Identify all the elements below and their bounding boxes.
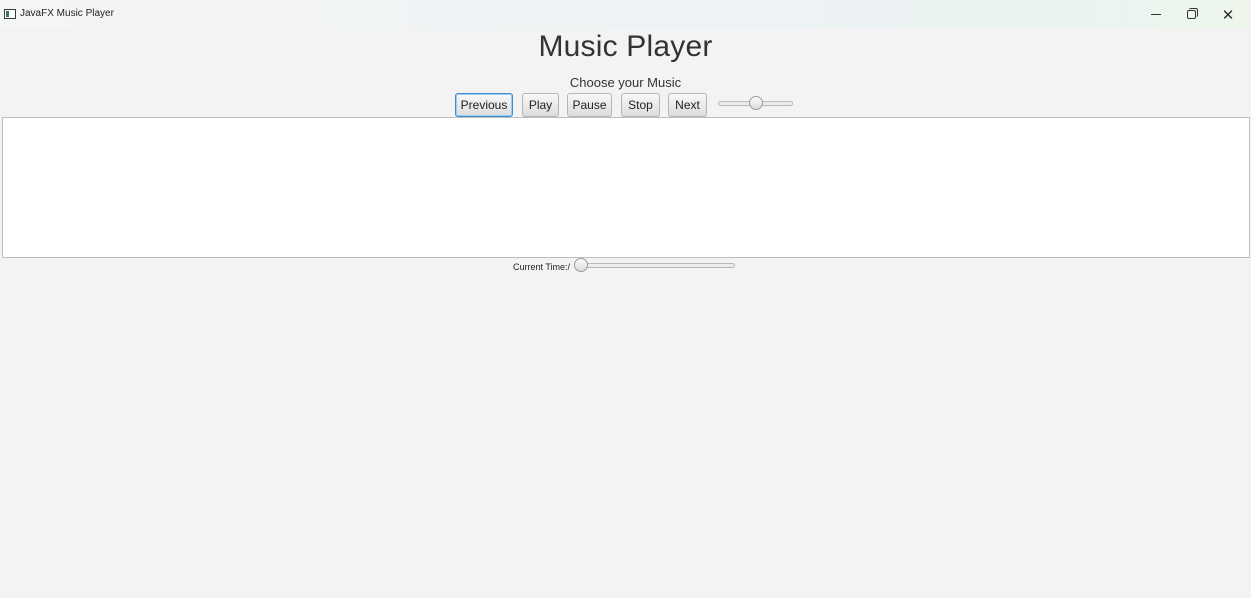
previous-button[interactable]: Previous bbox=[455, 93, 513, 117]
next-button[interactable]: Next bbox=[668, 93, 707, 117]
close-button[interactable]: ✕ bbox=[1205, 0, 1251, 29]
minimize-icon bbox=[1151, 14, 1161, 15]
music-list[interactable] bbox=[2, 117, 1250, 258]
play-button[interactable]: Play bbox=[522, 93, 559, 117]
time-slider-thumb[interactable] bbox=[574, 258, 588, 272]
stop-button[interactable]: Stop bbox=[621, 93, 660, 117]
pause-button[interactable]: Pause bbox=[567, 93, 612, 117]
volume-slider-thumb[interactable] bbox=[749, 96, 763, 110]
time-slider[interactable] bbox=[574, 258, 735, 275]
restore-icon bbox=[1186, 8, 1198, 19]
page-subtitle: Choose your Music bbox=[569, 75, 682, 90]
time-slider-track[interactable] bbox=[574, 263, 735, 268]
close-icon: ✕ bbox=[1221, 6, 1235, 24]
window-title: JavaFX Music Player bbox=[20, 8, 114, 19]
current-time-label: Current Time:/ bbox=[513, 262, 571, 272]
app-icon bbox=[4, 9, 16, 19]
volume-slider[interactable] bbox=[718, 96, 793, 112]
page-title: Music Player bbox=[538, 30, 713, 63]
window-titlebar[interactable]: JavaFX Music Player ✕ bbox=[0, 0, 1251, 29]
